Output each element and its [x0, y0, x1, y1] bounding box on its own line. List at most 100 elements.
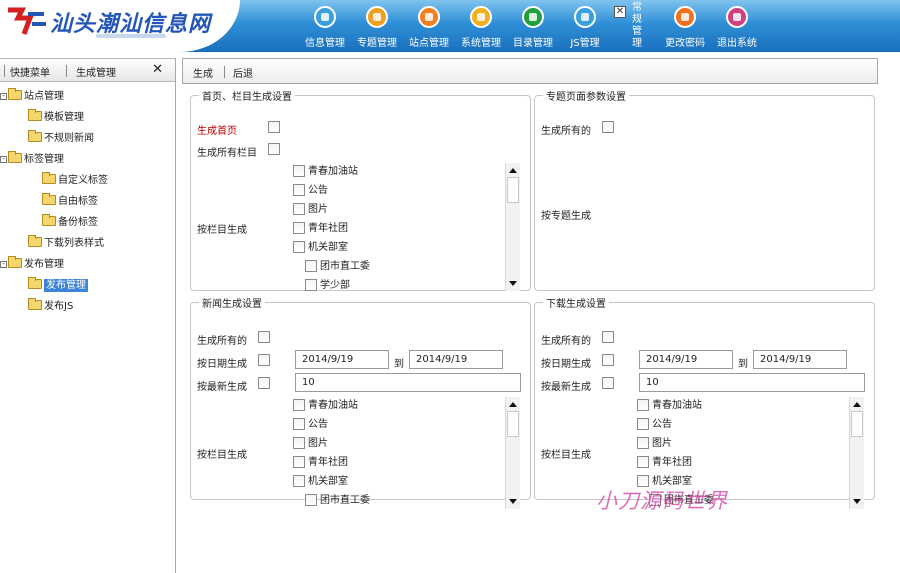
- date-to-input[interactable]: 2014/9/19: [409, 350, 503, 369]
- list-item[interactable]: 机关部室: [293, 475, 348, 494]
- regular-manage-label[interactable]: 常规管理: [632, 2, 644, 50]
- scroll-thumb[interactable]: [507, 177, 519, 203]
- list-item[interactable]: 青春加油站: [637, 399, 702, 418]
- scroll-up-icon[interactable]: [509, 168, 517, 173]
- scroll-thumb[interactable]: [851, 411, 863, 437]
- column-label: 学少部: [320, 280, 350, 291]
- folder-icon: [8, 151, 22, 163]
- tree-item[interactable]: 发布管理: [0, 275, 175, 296]
- back-button[interactable]: 后退: [233, 65, 253, 80]
- gen-all-checkbox[interactable]: [602, 121, 614, 133]
- scroll-down-icon[interactable]: [509, 499, 517, 504]
- collapse-icon[interactable]: -: [0, 92, 7, 100]
- nav-label: 系统管理: [461, 38, 501, 49]
- scroll-thumb[interactable]: [507, 411, 519, 437]
- column-checkbox[interactable]: [293, 399, 305, 411]
- by-column-label: 按栏目生成: [541, 450, 591, 461]
- date-to-input[interactable]: 2014/9/19: [753, 350, 847, 369]
- column-checkbox[interactable]: [305, 260, 317, 272]
- collapse-icon[interactable]: -: [0, 155, 7, 163]
- column-checkbox[interactable]: [305, 494, 317, 506]
- tree-item[interactable]: 自由标签: [0, 191, 175, 212]
- nav-js-manage[interactable]: JS管理: [560, 4, 610, 50]
- list-item[interactable]: 图片: [293, 203, 328, 222]
- by-latest-checkbox[interactable]: [258, 377, 270, 389]
- column-checkbox[interactable]: [637, 437, 649, 449]
- list-item[interactable]: 图片: [637, 437, 672, 456]
- nav-system-manage[interactable]: 系统管理: [456, 4, 506, 50]
- latest-count-input[interactable]: 10: [295, 373, 521, 392]
- column-checkbox[interactable]: [293, 475, 305, 487]
- gen-all-columns-checkbox[interactable]: [268, 143, 280, 155]
- tree-item-label: 下载列表样式: [44, 238, 104, 249]
- folder-icon: [28, 235, 42, 247]
- tree-item[interactable]: 自定义标签: [0, 170, 175, 191]
- column-checkbox[interactable]: [293, 203, 305, 215]
- list-item[interactable]: 团市直工委: [305, 260, 370, 279]
- list-item[interactable]: 机关部室: [293, 241, 348, 260]
- tree-item[interactable]: - 发布管理: [0, 254, 175, 275]
- column-list: 青春加油站 公告 图片青年社团 机关部室 团市直工委 学少部: [293, 163, 519, 291]
- column-checkbox[interactable]: [293, 222, 305, 234]
- close-icon[interactable]: ✕: [614, 6, 626, 18]
- list-item[interactable]: 青年社团: [293, 456, 348, 475]
- column-checkbox[interactable]: [305, 279, 317, 291]
- close-icon[interactable]: ✕: [152, 62, 163, 77]
- date-from-input[interactable]: 2014/9/19: [639, 350, 733, 369]
- tab-generate-manage[interactable]: 生成管理: [76, 64, 116, 79]
- column-checkbox[interactable]: [637, 399, 649, 411]
- scroll-up-icon[interactable]: [509, 402, 517, 407]
- scroll-up-icon[interactable]: [853, 402, 861, 407]
- nav-info-manage[interactable]: 信息管理: [300, 4, 350, 50]
- tree-item[interactable]: 备份标签: [0, 212, 175, 233]
- list-item[interactable]: 团市直工委: [305, 494, 370, 509]
- gen-home-checkbox[interactable]: [268, 121, 280, 133]
- gen-all-checkbox[interactable]: [258, 331, 270, 343]
- by-latest-checkbox[interactable]: [602, 377, 614, 389]
- column-checkbox[interactable]: [293, 437, 305, 449]
- list-item[interactable]: 公告: [293, 418, 328, 437]
- list-item[interactable]: 学少部: [305, 279, 350, 291]
- date-from-input[interactable]: 2014/9/19: [295, 350, 389, 369]
- column-checkbox[interactable]: [293, 456, 305, 468]
- tree-item[interactable]: - 标签管理: [0, 149, 175, 170]
- list-item[interactable]: 青春加油站: [293, 399, 358, 418]
- generate-button[interactable]: 生成: [193, 65, 213, 80]
- by-date-checkbox[interactable]: [258, 354, 270, 366]
- tab-shortcut-menu[interactable]: 快捷菜单: [10, 64, 50, 79]
- list-item[interactable]: 图片: [293, 437, 328, 456]
- scrollbar[interactable]: [505, 397, 520, 509]
- list-item[interactable]: 青年社团: [637, 456, 692, 475]
- scrollbar[interactable]: [505, 163, 520, 291]
- nav-topic-manage[interactable]: 专题管理: [352, 4, 402, 50]
- column-checkbox[interactable]: [293, 184, 305, 196]
- by-date-label: 按日期生成: [197, 359, 247, 370]
- list-item[interactable]: 青春加油站: [293, 165, 358, 184]
- tree-item[interactable]: 下载列表样式: [0, 233, 175, 254]
- nav-logout[interactable]: 退出系统: [712, 4, 762, 50]
- by-date-checkbox[interactable]: [602, 354, 614, 366]
- column-checkbox[interactable]: [637, 418, 649, 430]
- latest-count-input[interactable]: 10: [639, 373, 865, 392]
- list-item[interactable]: 公告: [637, 418, 672, 437]
- tree-item[interactable]: 模板管理: [0, 107, 175, 128]
- scroll-down-icon[interactable]: [853, 499, 861, 504]
- tree-item[interactable]: 不规则新闻: [0, 128, 175, 149]
- scroll-down-icon[interactable]: [509, 281, 517, 286]
- tree-item[interactable]: 发布JS: [0, 296, 175, 317]
- column-checkbox[interactable]: [293, 165, 305, 177]
- list-item[interactable]: 青年社团: [293, 222, 348, 241]
- column-checkbox[interactable]: [637, 456, 649, 468]
- column-checkbox[interactable]: [293, 418, 305, 430]
- column-checkbox[interactable]: [293, 241, 305, 253]
- collapse-icon[interactable]: -: [0, 260, 7, 268]
- nav-change-password[interactable]: 更改密码: [660, 4, 710, 50]
- nav-directory-manage[interactable]: 目录管理: [508, 4, 558, 50]
- scrollbar[interactable]: [849, 397, 864, 509]
- list-item[interactable]: 公告: [293, 184, 328, 203]
- nav-site-manage[interactable]: 站点管理: [404, 4, 454, 50]
- tree-item-label: 自由标签: [58, 196, 98, 207]
- column-label: 图片: [308, 204, 328, 215]
- gen-all-checkbox[interactable]: [602, 331, 614, 343]
- tree-item[interactable]: - 站点管理: [0, 86, 175, 107]
